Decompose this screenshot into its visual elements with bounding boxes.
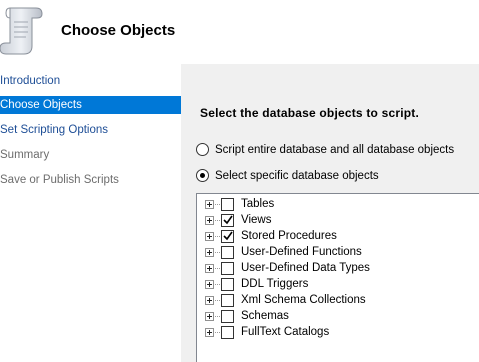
radio-script-entire-database[interactable]: Script entire database and all database … (196, 142, 456, 158)
tree-item-tables[interactable]: Tables (197, 196, 477, 212)
expand-icon[interactable] (205, 296, 214, 305)
expand-icon[interactable] (205, 200, 214, 209)
expand-icon[interactable] (205, 248, 214, 257)
tree-item-label: Schemas (241, 310, 289, 322)
fulltext-catalogs-checkbox[interactable] (221, 326, 234, 339)
tree-item-label: FullText Catalogs (241, 326, 330, 338)
sidebar-item-summary: Summary (0, 149, 50, 161)
expand-icon[interactable] (205, 264, 214, 273)
radio-select-specific-objects[interactable]: Select specific database objects (196, 168, 396, 184)
radio-label: Script entire database and all database … (215, 144, 455, 156)
radio-label: Select specific database objects (215, 170, 379, 182)
expand-icon[interactable] (205, 280, 214, 289)
schemas-checkbox[interactable] (221, 310, 234, 323)
user-defined-functions-checkbox[interactable] (221, 246, 234, 259)
tree-item-xml-schema-collections[interactable]: Xml Schema Collections (197, 292, 477, 308)
sidebar-item-set-scripting-options[interactable]: Set Scripting Options (0, 121, 181, 139)
tree-item-label: User-Defined Functions (241, 246, 362, 258)
tree-item-label: Stored Procedures (241, 230, 337, 242)
tree-item-ddl-triggers[interactable]: DDL Triggers (197, 276, 477, 292)
user-defined-data-types-checkbox[interactable] (221, 262, 234, 275)
section-heading: Select the database objects to script. (200, 106, 420, 120)
tree-item-user-defined-functions[interactable]: User-Defined Functions (197, 244, 477, 260)
tree-item-user-defined-data-types[interactable]: User-Defined Data Types (197, 260, 477, 276)
check-icon (223, 215, 233, 225)
tables-checkbox[interactable] (221, 198, 234, 211)
sidebar-item-introduction[interactable]: Introduction (0, 72, 181, 90)
expand-icon[interactable] (205, 328, 214, 337)
radio-button[interactable] (196, 169, 209, 182)
tree-item-label: DDL Triggers (241, 278, 309, 290)
tree-item-label: Xml Schema Collections (241, 294, 366, 306)
tree-item-fulltext-catalogs[interactable]: FullText Catalogs (197, 324, 477, 340)
page-title: Choose Objects (61, 22, 176, 39)
check-icon (223, 231, 233, 241)
object-tree[interactable]: Tables Views Stored Procedures User-Defi… (196, 193, 479, 362)
main-panel: Select the database objects to script. S… (181, 64, 479, 362)
tree-item-views[interactable]: Views (197, 212, 477, 228)
expand-icon[interactable] (205, 312, 214, 321)
tree-item-label: User-Defined Data Types (241, 262, 370, 274)
tree-item-label: Tables (241, 198, 275, 210)
ddl-triggers-checkbox[interactable] (221, 278, 234, 291)
expand-icon[interactable] (205, 232, 214, 241)
wizard-sidebar: Introduction Choose Objects Set Scriptin… (0, 64, 181, 362)
xml-schema-collections-checkbox[interactable] (221, 294, 234, 307)
expand-icon[interactable] (205, 216, 214, 225)
tree-item-schemas[interactable]: Schemas (197, 308, 477, 324)
radio-button[interactable] (196, 143, 209, 156)
stored-procedures-checkbox[interactable] (221, 230, 234, 243)
tree-item-label: Views (241, 214, 272, 226)
sidebar-item-save-or-publish-scripts: Save or Publish Scripts (0, 174, 119, 186)
tree-item-stored-procedures[interactable]: Stored Procedures (197, 228, 477, 244)
views-checkbox[interactable] (221, 214, 234, 227)
sidebar-item-choose-objects[interactable]: Choose Objects (0, 96, 181, 114)
radio-selected-dot (200, 173, 205, 178)
wizard-header: Choose Objects (0, 0, 479, 64)
scroll-icon (0, 6, 44, 58)
